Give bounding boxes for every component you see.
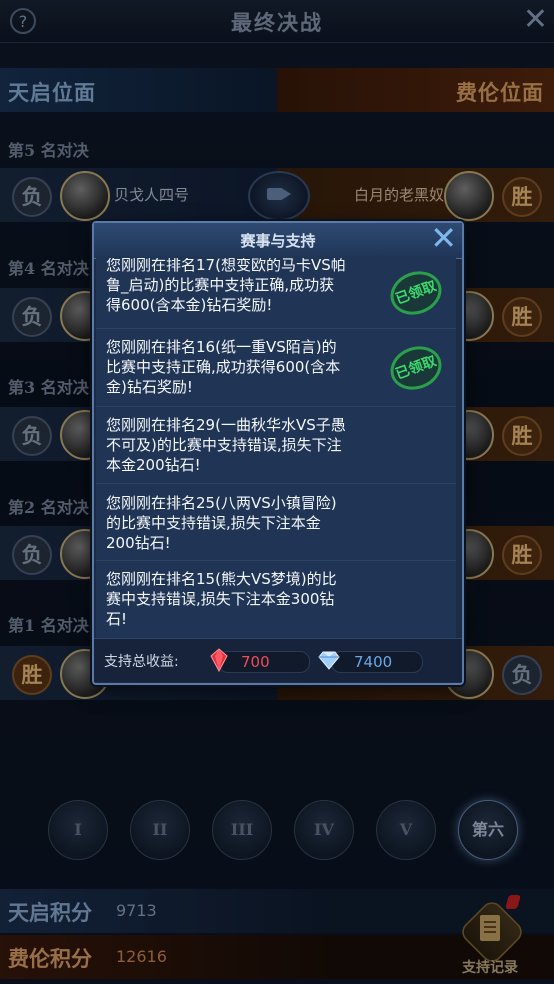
list-item: 您刚刚在排名25(八两VS小镇冒险)的比赛中支持错误,损失下注本金200钻石! — [96, 484, 456, 561]
ruby-earnings: 700 — [210, 648, 310, 673]
ruby-icon — [210, 648, 228, 672]
list-item: 您刚刚在排名15(熊大VS梦境)的比赛中支持错误,损失下注本金300钻石! — [96, 561, 456, 638]
diamond-icon — [318, 651, 340, 670]
close-icon[interactable]: ✕ — [430, 219, 457, 257]
message-text: 您刚刚在排名16(纸一重VS陌言)的比赛中支持正确,成功获得600(含本金)钻石… — [106, 338, 341, 396]
message-list[interactable]: 您刚刚在排名17(想变欧的马卡VS帕鲁_启动)的比赛中支持正确,成功获得600(… — [96, 258, 456, 638]
diamond-earnings: 7400 — [318, 651, 423, 673]
message-text: 您刚刚在排名25(八两VS小镇冒险)的比赛中支持错误,损失下注本金200钻石! — [106, 494, 337, 552]
message-text: 您刚刚在排名29(一曲秋华水VS子愚不可及)的比赛中支持错误,损失下注本金200… — [106, 416, 346, 474]
message-text: 您刚刚在排名15(熊大VS梦境)的比赛中支持错误,损失下注本金300钻石! — [106, 570, 337, 628]
dialog-footer: 支持总收益: 700 7400 — [94, 638, 462, 682]
total-earnings-label: 支持总收益: — [104, 654, 179, 670]
claimed-stamp: 已领取 — [384, 339, 448, 397]
list-item: 您刚刚在排名16(纸一重VS陌言)的比赛中支持正确,成功获得600(含本金)钻石… — [96, 329, 456, 407]
ruby-value: 700 — [241, 653, 270, 671]
claimed-stamp: 已领取 — [384, 264, 448, 322]
diamond-value: 7400 — [354, 653, 393, 671]
support-results-dialog: 赛事与支持 ✕ 您刚刚在排名17(想变欧的马卡VS帕鲁_启动)的比赛中支持正确,… — [92, 219, 464, 685]
message-text: 您刚刚在排名17(想变欧的马卡VS帕鲁_启动)的比赛中支持正确,成功获得600(… — [106, 258, 346, 314]
dialog-header: 赛事与支持 ✕ — [94, 219, 462, 259]
dialog-title: 赛事与支持 — [240, 232, 316, 250]
list-item: 您刚刚在排名29(一曲秋华水VS子愚不可及)的比赛中支持错误,损失下注本金200… — [96, 407, 456, 484]
list-item: 您刚刚在排名17(想变欧的马卡VS帕鲁_启动)的比赛中支持正确,成功获得600(… — [96, 258, 456, 329]
